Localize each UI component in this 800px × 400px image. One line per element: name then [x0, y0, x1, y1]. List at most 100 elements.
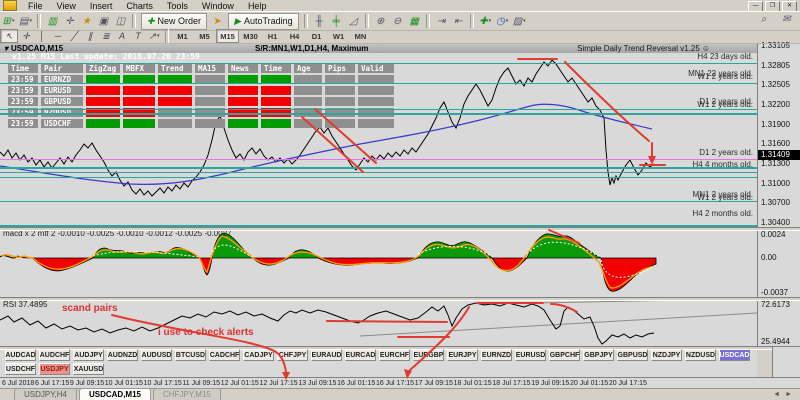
toolbar-separator — [304, 14, 308, 28]
crosshair-icon[interactable]: ✛ — [18, 30, 34, 42]
trendline-icon[interactable]: ╱ — [66, 30, 82, 42]
symbol-button[interactable]: NZDJPY — [651, 349, 682, 361]
navigator-icon[interactable]: ★ — [78, 14, 95, 29]
app-icon — [3, 0, 17, 11]
vertical-line-icon[interactable]: │ — [34, 30, 50, 42]
price-scale-label: 1.30400 — [761, 218, 790, 227]
symbol-button[interactable]: XAUUSD — [73, 363, 104, 375]
strategy-tester-icon[interactable]: ◫ — [112, 14, 129, 29]
time-axis-label: 10 Jul 01:15 — [105, 380, 143, 387]
symbol-button[interactable]: EURJPY — [447, 349, 478, 361]
timeframe-button[interactable]: D1 — [306, 30, 327, 42]
symbol-button[interactable]: NZDUSD — [685, 349, 716, 361]
symbol-button[interactable]: AUDJPY — [73, 349, 104, 361]
timeframe-button[interactable]: M1 — [172, 30, 193, 42]
arrows-icon[interactable]: ↗ — [146, 30, 162, 42]
auto-scroll-icon[interactable]: ⇤ — [450, 14, 467, 29]
pane-divider[interactable] — [0, 227, 800, 231]
terminal-icon[interactable]: ▣ — [95, 14, 112, 29]
symbol-button[interactable]: EURUSD — [515, 349, 546, 361]
annotation-check-alerts: i use to check alerts — [158, 327, 254, 338]
new-chart-icon[interactable]: ⊞ — [0, 14, 17, 29]
label-icon[interactable]: T — [130, 30, 146, 42]
menu-item[interactable]: Insert — [83, 1, 120, 11]
symbol-button[interactable]: GBPUSD — [617, 349, 648, 361]
symbol-button[interactable]: CADJPY — [243, 349, 274, 361]
symbol-button[interactable]: EURNZD — [481, 349, 512, 361]
chat-icon[interactable]: ✉ — [778, 12, 795, 27]
chart-tab[interactable]: CHFJPY,M15 — [153, 388, 221, 400]
timeframe-button[interactable]: W1 — [328, 30, 349, 42]
time-axis-label: 20 Jul 01:15 — [570, 380, 608, 387]
symbol-button[interactable]: AUDNZD — [107, 349, 138, 361]
data-window-icon[interactable]: ✛ — [61, 14, 78, 29]
sr-line — [0, 201, 757, 202]
tile-windows-icon[interactable]: ▦ — [406, 14, 423, 29]
periods-button[interactable]: ◷ — [494, 14, 511, 29]
symbol-button[interactable]: USDCHF — [5, 363, 36, 375]
timeframe-button[interactable]: M5 — [194, 30, 215, 42]
symbol-button[interactable]: GBPCHF — [549, 349, 580, 361]
timeframe-button[interactable]: H4 — [284, 30, 305, 42]
symbol-button[interactable]: BTCUSD — [175, 349, 206, 361]
candlestick-chart-icon[interactable]: ╪ — [328, 14, 345, 29]
symbol-button[interactable]: EURGBP — [413, 349, 444, 361]
signal-cell — [123, 86, 155, 95]
annotation-scand-pairs: scand pairs — [62, 303, 118, 314]
pane-divider[interactable] — [0, 297, 800, 301]
menu-item[interactable]: File — [21, 1, 50, 11]
symbol-button[interactable]: USDJPY — [39, 363, 70, 375]
symbol-button[interactable]: EURCHF — [379, 349, 410, 361]
signal-pair: EURUSD — [41, 86, 83, 95]
timeframe-button[interactable]: H1 — [262, 30, 283, 42]
symbol-button[interactable]: EURAUD — [311, 349, 342, 361]
toolbar-separator — [470, 14, 474, 28]
menu-item[interactable]: Charts — [119, 1, 160, 11]
rsi-label: RSI 37.4895 — [3, 300, 47, 309]
chart-shift-icon[interactable]: ⇥ — [433, 14, 450, 29]
fibonacci-icon[interactable]: ≣ — [98, 30, 114, 42]
horizontal-line-icon[interactable]: ─ — [50, 30, 66, 42]
zoom-in-icon[interactable]: ⊕ — [372, 14, 389, 29]
timeframe-button[interactable]: M15 — [216, 29, 239, 43]
menu-item[interactable]: Window — [195, 1, 241, 11]
chart-tab[interactable]: USDCAD,M15 — [79, 388, 151, 400]
signal-cell — [228, 97, 258, 106]
signal-table: TimePairZigZagMBFXTrendMA15NewsTimeAgePi… — [8, 64, 394, 128]
symbol-button[interactable]: CHFJPY — [277, 349, 308, 361]
symbol-button[interactable]: EURCAD — [345, 349, 376, 361]
market-watch-icon[interactable]: ▥ — [44, 14, 61, 29]
search-icon[interactable]: ⌕ — [755, 12, 772, 27]
channel-icon[interactable]: ∥ — [82, 30, 98, 42]
tab-scroll-left-icon[interactable]: ◄ — [773, 391, 780, 398]
symbol-button[interactable]: AUDUSD — [141, 349, 172, 361]
scripts-icon[interactable]: ➤ — [209, 14, 226, 29]
timeframe-button[interactable]: MN — [350, 30, 371, 42]
symbol-button[interactable]: AUDCAD — [5, 349, 36, 361]
bar-chart-icon[interactable]: ╫ — [311, 14, 328, 29]
symbol-button[interactable]: GBPJPY — [583, 349, 614, 361]
profiles-icon[interactable]: ▤ — [17, 14, 34, 29]
chart-symbol-label[interactable]: ▾ USDCAD,M15 — [4, 44, 63, 53]
signal-time: 23:59 — [8, 97, 38, 106]
line-chart-icon[interactable]: ◿ — [345, 14, 362, 29]
text-icon[interactable]: A — [114, 30, 130, 42]
menu-item[interactable]: Tools — [160, 1, 195, 11]
signal-pair: GBPUSD — [41, 97, 83, 106]
cursor-icon[interactable]: ↖ — [0, 29, 18, 43]
new-order-button[interactable]: ✚ New Order — [141, 13, 207, 30]
indicators-button[interactable]: ✚ — [477, 14, 494, 29]
time-axis-label: 16 Jul 17:15 — [376, 380, 414, 387]
symbol-button[interactable]: AUDCHF — [39, 349, 70, 361]
symbol-button[interactable]: USDCAD — [719, 349, 750, 361]
autotrading-button[interactable]: ▶ AutoTrading — [228, 13, 299, 30]
timeframe-button[interactable]: M30 — [240, 30, 261, 42]
templates-button[interactable]: ▨ — [511, 14, 528, 29]
menu-item[interactable]: View — [50, 1, 83, 11]
chart-tab[interactable]: USDJPY,H4 — [14, 388, 77, 400]
menu-item[interactable]: Help — [241, 1, 274, 11]
symbol-button[interactable]: CADCHF — [209, 349, 240, 361]
toolbar-separator — [365, 14, 369, 28]
tab-scroll-right-icon[interactable]: ► — [785, 391, 792, 398]
zoom-out-icon[interactable]: ⊖ — [389, 14, 406, 29]
